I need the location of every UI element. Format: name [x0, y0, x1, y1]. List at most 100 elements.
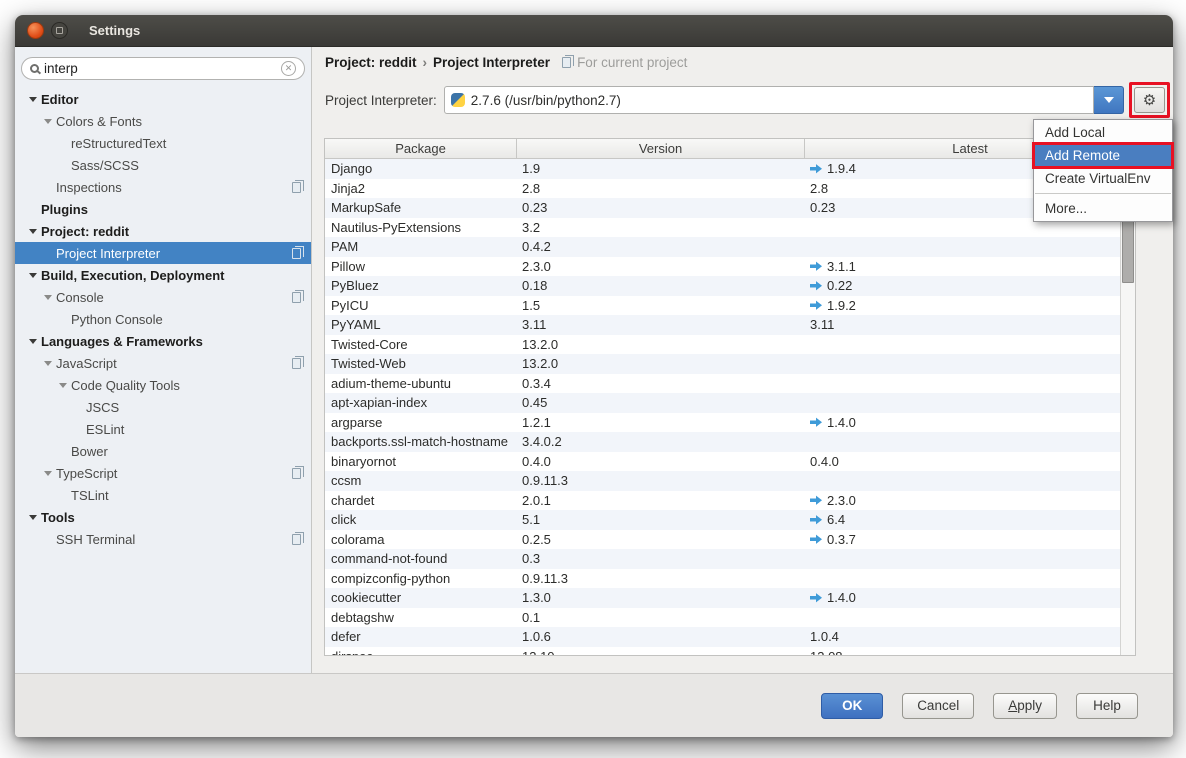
sidebar-item-project-interpreter[interactable]: Project Interpreter [15, 242, 311, 264]
cell-package: command-not-found [325, 551, 517, 566]
table-row[interactable]: Nautilus-PyExtensions 3.2 [325, 218, 1135, 238]
search-input[interactable] [44, 61, 281, 76]
chevron-down-icon[interactable] [59, 383, 67, 388]
table-row[interactable]: argparse 1.2.1 1.4.0 [325, 413, 1135, 433]
cell-package: debtagshw [325, 610, 517, 625]
copy-icon [292, 534, 301, 545]
table-row[interactable]: PAM 0.4.2 [325, 237, 1135, 257]
settings-tree: Editor Colors & Fonts reStructuredText S… [15, 88, 311, 550]
column-header-package[interactable]: Package [325, 139, 517, 158]
upgrade-arrow-icon [810, 514, 822, 525]
ok-button[interactable]: OK [821, 693, 883, 719]
chevron-down-icon[interactable] [29, 229, 37, 234]
table-row[interactable]: PyICU 1.5 1.9.2 [325, 296, 1135, 316]
sidebar-item-build-execution-deployment[interactable]: Build, Execution, Deployment [15, 264, 311, 286]
cell-package: Django [325, 161, 517, 176]
upgrade-arrow-icon [810, 534, 822, 545]
cell-package: Jinja2 [325, 181, 517, 196]
sidebar-item-languages-frameworks[interactable]: Languages & Frameworks [15, 330, 311, 352]
table-row[interactable]: Twisted-Web 13.2.0 [325, 354, 1135, 374]
table-row[interactable]: adium-theme-ubuntu 0.3.4 [325, 374, 1135, 394]
table-row[interactable]: defer 1.0.6 1.0.4 [325, 627, 1135, 647]
menu-item-add-remote[interactable]: Add Remote [1034, 144, 1172, 167]
table-row[interactable]: PyYAML 3.11 3.11 [325, 315, 1135, 335]
menu-item-add-local[interactable]: Add Local [1034, 121, 1172, 144]
apply-button[interactable]: Apply [993, 693, 1057, 719]
sidebar-item-colors-fonts[interactable]: Colors & Fonts [15, 110, 311, 132]
table-row[interactable]: backports.ssl-match-hostname 3.4.0.2 [325, 432, 1135, 452]
table-row[interactable]: Jinja2 2.8 2.8 [325, 179, 1135, 199]
table-row[interactable]: colorama 0.2.5 0.3.7 [325, 530, 1135, 550]
table-scrollbar[interactable] [1120, 159, 1135, 655]
table-row[interactable]: apt-xapian-index 0.45 [325, 393, 1135, 413]
sidebar-item-tslint[interactable]: TSLint [15, 484, 311, 506]
table-row[interactable]: PyBluez 0.18 0.22 [325, 276, 1135, 296]
sidebar-item-editor[interactable]: Editor [15, 88, 311, 110]
upgrade-arrow-icon [810, 163, 822, 174]
breadcrumb-project[interactable]: Project: reddit [325, 55, 417, 70]
sidebar-item-eslint[interactable]: ESLint [15, 418, 311, 440]
table-row[interactable]: click 5.1 6.4 [325, 510, 1135, 530]
upgrade-arrow-icon [810, 495, 822, 506]
table-row[interactable]: debtagshw 0.1 [325, 608, 1135, 628]
copy-icon [292, 292, 301, 303]
help-button[interactable]: Help [1076, 693, 1138, 719]
cell-version: 0.4.2 [517, 239, 805, 254]
cell-package: PyBluez [325, 278, 517, 293]
sidebar-item-jscs[interactable]: JSCS [15, 396, 311, 418]
maximize-icon[interactable] [51, 22, 68, 39]
chevron-down-icon[interactable] [29, 273, 37, 278]
cell-package: binaryornot [325, 454, 517, 469]
cell-package: argparse [325, 415, 517, 430]
interpreter-combobox[interactable]: 2.7.6 (/usr/bin/python2.7) [444, 86, 1094, 114]
sidebar-item-restructuredtext[interactable]: reStructuredText [15, 132, 311, 154]
table-row[interactable]: compizconfig-python 0.9.11.3 [325, 569, 1135, 589]
chevron-down-icon[interactable] [44, 295, 52, 300]
sidebar-item-code-quality-tools[interactable]: Code Quality Tools [15, 374, 311, 396]
table-row[interactable]: ccsm 0.9.11.3 [325, 471, 1135, 491]
sidebar-item-bower[interactable]: Bower [15, 440, 311, 462]
table-row[interactable]: cookiecutter 1.3.0 1.4.0 [325, 588, 1135, 608]
table-row[interactable]: command-not-found 0.3 [325, 549, 1135, 569]
sidebar-item-inspections[interactable]: Inspections [15, 176, 311, 198]
interpreter-dropdown-button[interactable] [1094, 86, 1124, 114]
menu-item-more[interactable]: More... [1034, 197, 1172, 220]
chevron-down-icon[interactable] [44, 361, 52, 366]
table-row[interactable]: dirspec 13.10 13.08 [325, 647, 1135, 657]
cancel-button[interactable]: Cancel [902, 693, 974, 719]
column-header-version[interactable]: Version [517, 139, 805, 158]
cell-version: 13.10 [517, 649, 805, 656]
sidebar-item-tools[interactable]: Tools [15, 506, 311, 528]
menu-item-create-virtualenv[interactable]: Create VirtualEnv [1034, 167, 1172, 190]
chevron-down-icon[interactable] [29, 339, 37, 344]
scrollbar-thumb[interactable] [1122, 219, 1134, 283]
chevron-down-icon[interactable] [29, 97, 37, 102]
cell-package: colorama [325, 532, 517, 547]
titlebar[interactable]: Settings [15, 15, 1173, 47]
chevron-down-icon[interactable] [44, 471, 52, 476]
table-row[interactable]: Twisted-Core 13.2.0 [325, 335, 1135, 355]
table-row[interactable]: Pillow 2.3.0 3.1.1 [325, 257, 1135, 277]
clear-search-icon[interactable] [281, 61, 296, 76]
sidebar-item-console[interactable]: Console [15, 286, 311, 308]
chevron-down-icon[interactable] [44, 119, 52, 124]
chevron-down-icon[interactable] [29, 515, 37, 520]
sidebar-item-ssh-terminal[interactable]: SSH Terminal [15, 528, 311, 550]
table-row[interactable]: chardet 2.0.1 2.3.0 [325, 491, 1135, 511]
sidebar-item-plugins[interactable]: Plugins [15, 198, 311, 220]
sidebar-item-javascript[interactable]: JavaScript [15, 352, 311, 374]
cell-version: 2.3.0 [517, 259, 805, 274]
breadcrumb-page[interactable]: Project Interpreter [433, 55, 550, 70]
sidebar-item-typescript[interactable]: TypeScript [15, 462, 311, 484]
table-row[interactable]: MarkupSafe 0.23 0.23 [325, 198, 1135, 218]
gear-button[interactable] [1134, 87, 1165, 113]
cell-package: ccsm [325, 473, 517, 488]
table-row[interactable]: binaryornot 0.4.0 0.4.0 [325, 452, 1135, 472]
cell-version: 0.9.11.3 [517, 473, 805, 488]
table-row[interactable]: Django 1.9 1.9.4 [325, 159, 1135, 179]
close-icon[interactable] [27, 22, 44, 39]
sidebar-item-python-console[interactable]: Python Console [15, 308, 311, 330]
sidebar-item-project-reddit[interactable]: Project: reddit [15, 220, 311, 242]
sidebar-item-sass-scss[interactable]: Sass/SCSS [15, 154, 311, 176]
settings-search-field[interactable] [21, 57, 305, 80]
